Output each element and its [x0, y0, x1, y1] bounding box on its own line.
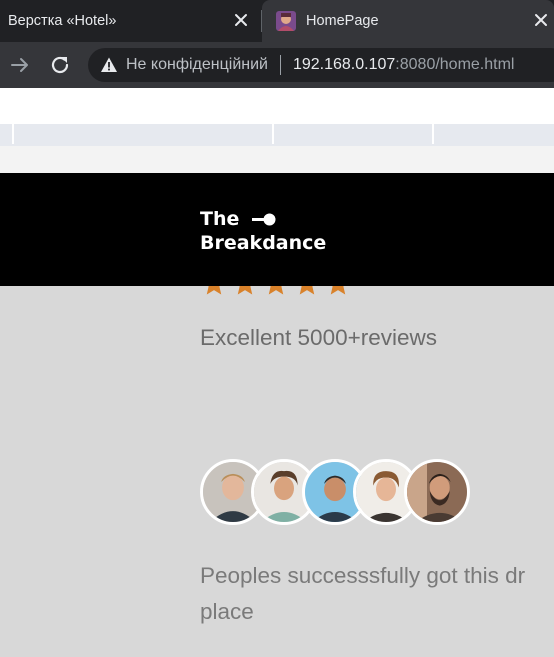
ruler-divider	[12, 124, 14, 144]
ruler-divider	[272, 124, 274, 144]
url-host[interactable]: 192.168.0.107	[293, 56, 395, 74]
tab-title: Верстка «Hotel»	[8, 13, 117, 29]
browser-tab-bar: Верстка «Hotel» HomePage	[0, 0, 554, 42]
page-top-bar	[0, 88, 554, 125]
avatar-5-icon	[404, 459, 470, 525]
tab-title: HomePage	[306, 13, 379, 29]
peoples-text-line2: place	[200, 599, 254, 624]
logo-text-line1: The	[200, 208, 240, 230]
warning-icon[interactable]	[100, 56, 118, 74]
tab-hotel[interactable]: Верстка «Hotel»	[0, 0, 262, 42]
ruler-divider	[432, 124, 434, 144]
security-label[interactable]: Не конфіденційний	[126, 56, 268, 74]
peoples-text: Peoples successsfully got this dr place	[200, 558, 554, 630]
page-ruler	[0, 124, 554, 146]
peoples-text-line1: Peoples successsfully got this dr	[200, 563, 526, 588]
address-divider	[279, 55, 281, 75]
url-path[interactable]: :8080/home.html	[395, 56, 514, 74]
site-header: The Breakdance	[0, 173, 554, 286]
logo-text-line2: Breakdance	[200, 232, 327, 254]
address-bar[interactable]: Не конфіденційний 192.168.0.107:8080/hom…	[88, 48, 554, 82]
close-icon[interactable]	[232, 11, 250, 29]
favicon-icon	[276, 11, 296, 31]
close-icon[interactable]	[532, 11, 550, 29]
reload-icon[interactable]	[48, 53, 72, 77]
logo-toggle-icon	[252, 213, 276, 226]
avatar-group	[200, 459, 480, 531]
reviews-text: Excellent 5000+reviews	[200, 325, 438, 350]
tab-homepage[interactable]: HomePage	[262, 0, 554, 42]
forward-arrow-icon[interactable]	[8, 53, 32, 77]
page-spacer	[0, 146, 554, 173]
browser-toolbar: Не конфіденційний 192.168.0.107:8080/hom…	[0, 42, 554, 88]
site-logo[interactable]: The Breakdance	[200, 207, 326, 255]
